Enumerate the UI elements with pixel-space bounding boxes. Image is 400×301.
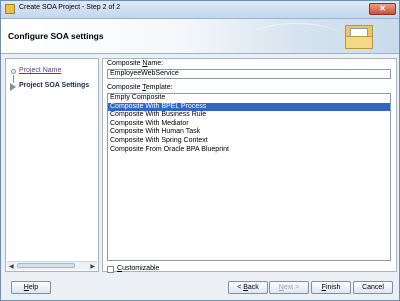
close-button[interactable]: ✕ — [369, 3, 396, 15]
step-label: Project SOA Settings — [19, 82, 90, 89]
template-list-item[interactable]: Composite From Oracle BPA Blueprint — [108, 146, 390, 155]
composite-name-label: Composite Name: — [107, 60, 164, 67]
template-list-item[interactable]: Composite With Spring Context — [108, 137, 390, 146]
header-swoosh — [251, 23, 341, 50]
scroll-right-icon[interactable]: ▶ — [90, 263, 95, 270]
customizable-label[interactable]: Customizable — [117, 265, 159, 272]
title-bar[interactable]: Create SOA Project - Step 2 of 2 ✕ — [1, 1, 399, 19]
step-label[interactable]: Project Name — [19, 67, 61, 74]
header-title: Configure SOA settings — [8, 31, 104, 41]
customizable-checkbox[interactable] — [107, 266, 114, 273]
current-step-arrow-icon — [10, 83, 16, 91]
horizontal-scrollbar[interactable]: ◀ ▶ — [7, 261, 97, 270]
help-button[interactable]: Help — [11, 281, 51, 294]
folder-icon — [345, 23, 373, 49]
template-list-item[interactable]: Composite With Human Task — [108, 128, 390, 137]
steps-panel: Project Name Project SOA Settings ◀ ▶ — [5, 58, 99, 272]
app-icon — [5, 4, 15, 14]
composite-template-list[interactable]: Empty Composite Composite With BPEL Proce… — [107, 93, 391, 261]
step-connector — [13, 75, 14, 83]
template-list-item[interactable]: Composite With Business Rule — [108, 111, 390, 120]
step-node-icon — [11, 69, 16, 74]
back-button[interactable]: < Back — [228, 281, 268, 294]
wizard-header: Configure SOA settings — [1, 19, 399, 54]
template-list-item[interactable]: Empty Composite — [108, 94, 390, 103]
scroll-thumb[interactable] — [17, 263, 75, 268]
cancel-button[interactable]: Cancel — [353, 281, 393, 294]
window-title: Create SOA Project - Step 2 of 2 — [19, 4, 121, 11]
composite-name-input[interactable]: EmployeeWebService — [107, 69, 391, 79]
settings-panel: Composite Name: EmployeeWebService Compo… — [102, 58, 397, 273]
dialog-window: Create SOA Project - Step 2 of 2 ✕ Confi… — [0, 0, 400, 301]
next-button: Next > — [269, 281, 309, 294]
composite-template-label: Composite Template: — [107, 84, 173, 91]
scroll-left-icon[interactable]: ◀ — [9, 263, 14, 270]
template-list-item[interactable]: Composite With Mediator — [108, 120, 390, 129]
finish-button[interactable]: Finish — [311, 281, 351, 294]
template-list-item[interactable]: Composite With BPEL Process — [108, 102, 390, 112]
